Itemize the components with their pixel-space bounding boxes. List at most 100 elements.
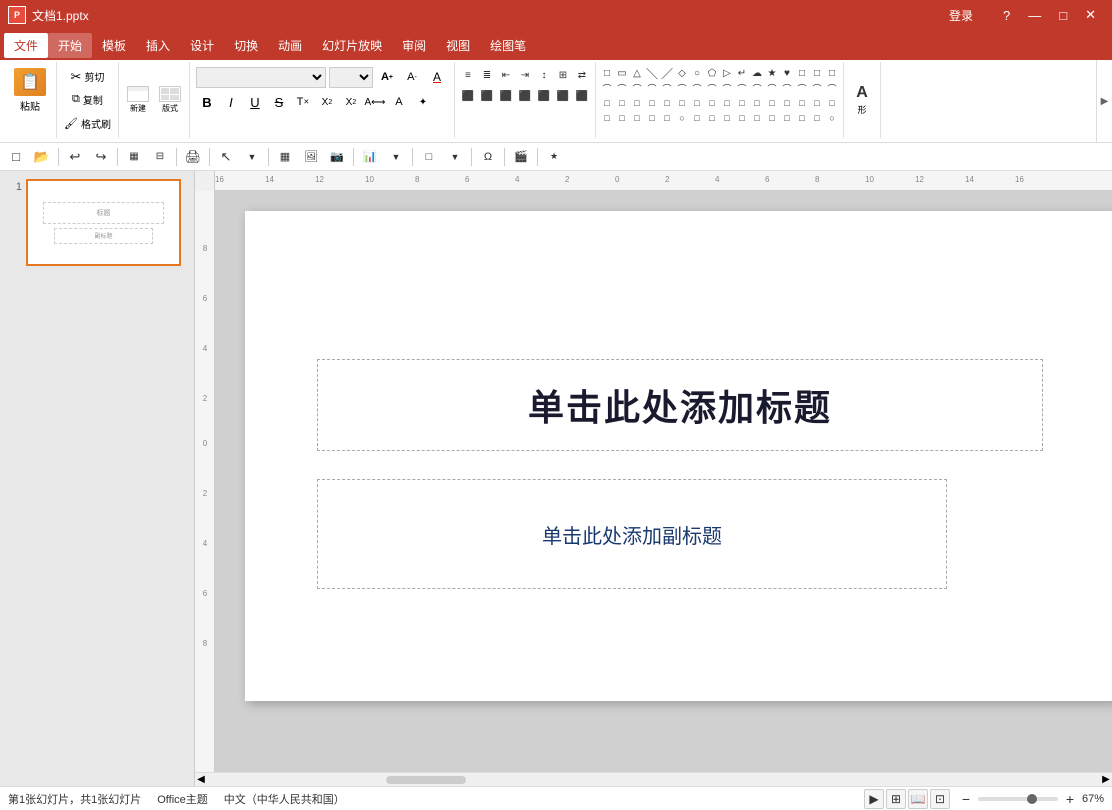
indent-increase-btn[interactable]: ⇥	[516, 66, 534, 84]
copy-button[interactable]: ⧉ 复制	[61, 91, 114, 109]
shape-rect2[interactable]: ▭	[615, 66, 629, 80]
shape-u1[interactable]: □	[600, 111, 614, 125]
font-size-select[interactable]	[329, 67, 373, 88]
slide-sorter-btn[interactable]: ⊞	[886, 789, 906, 809]
menu-item-design[interactable]: 设计	[180, 33, 224, 58]
shape-s1[interactable]: ⌒	[600, 81, 614, 95]
shape-u12[interactable]: □	[765, 111, 779, 125]
chart-btn[interactable]: 📊	[358, 145, 382, 169]
shape-t6[interactable]: □	[675, 96, 689, 110]
clear-format-button[interactable]: T✕	[292, 91, 314, 113]
zoom-in-btn[interactable]: +	[1062, 791, 1078, 807]
menu-item-insert[interactable]: 插入	[136, 33, 180, 58]
shape-u14[interactable]: □	[795, 111, 809, 125]
new-slide-btn[interactable]: 新建	[123, 84, 153, 116]
text-clear-btn[interactable]: ✦	[412, 91, 434, 113]
shape-t15[interactable]: □	[810, 96, 824, 110]
font-size-down-btn[interactable]: A-	[401, 66, 423, 88]
shape-t2[interactable]: □	[615, 96, 629, 110]
video-btn[interactable]: 🎬	[509, 145, 533, 169]
shape-u6[interactable]: ○	[675, 111, 689, 125]
shape-line1[interactable]: ＼	[645, 66, 659, 80]
shape-r1[interactable]: □	[795, 66, 809, 80]
font-name-select[interactable]	[196, 67, 326, 88]
strikethrough-button[interactable]: S	[268, 91, 290, 113]
table-btn[interactable]: ▦	[273, 145, 297, 169]
shape-s7[interactable]: ⌒	[690, 81, 704, 95]
shape-s14[interactable]: ⌒	[795, 81, 809, 95]
menu-item-file[interactable]: 文件	[4, 33, 48, 58]
shape-u2[interactable]: □	[615, 111, 629, 125]
bold-button[interactable]: B	[196, 91, 218, 113]
shape-u10[interactable]: □	[735, 111, 749, 125]
symbol-btn[interactable]: Ω	[476, 145, 500, 169]
shape-rect[interactable]: □	[600, 66, 614, 80]
shape-u7[interactable]: □	[690, 111, 704, 125]
shape-s16[interactable]: ⌒	[825, 81, 839, 95]
undo-btn[interactable]: ↩	[63, 145, 87, 169]
column-btn[interactable]: ⊞	[554, 66, 572, 84]
align-center-btn[interactable]: ⬛	[478, 87, 496, 105]
shape-u5[interactable]: □	[660, 111, 674, 125]
shape-t3[interactable]: □	[630, 96, 644, 110]
format-button[interactable]: 🖌 格式刷	[61, 114, 114, 132]
shape-tri[interactable]: △	[630, 66, 644, 80]
shape-s3[interactable]: ⌒	[630, 81, 644, 95]
help-button[interactable]: ?	[995, 6, 1018, 25]
align-middle-btn[interactable]: ⬛	[554, 87, 572, 105]
shape-diamond[interactable]: ◇	[675, 66, 689, 80]
subscript-button[interactable]: X2	[316, 91, 338, 113]
shape-u15[interactable]: □	[810, 111, 824, 125]
open-file-btn[interactable]: 📂	[30, 145, 54, 169]
shape-arrow2[interactable]: ↵	[735, 66, 749, 80]
shape-t13[interactable]: □	[780, 96, 794, 110]
shape-u13[interactable]: □	[780, 111, 794, 125]
font-color-btn[interactable]: A	[426, 66, 448, 88]
scroll-right-btn[interactable]: ▶	[1100, 774, 1112, 786]
shape-star[interactable]: ★	[765, 66, 779, 80]
shape-dropdown[interactable]: ▼	[443, 145, 467, 169]
shape-s4[interactable]: ⌒	[645, 81, 659, 95]
shape-s11[interactable]: ⌒	[750, 81, 764, 95]
align-bottom-btn[interactable]: ⬛	[573, 87, 591, 105]
cursor-btn[interactable]: ↖	[214, 145, 238, 169]
list-bullet-btn[interactable]: ≡	[459, 66, 477, 84]
shape-t10[interactable]: □	[735, 96, 749, 110]
scrollbar-thumb-h[interactable]	[386, 776, 466, 784]
shape-u4[interactable]: □	[645, 111, 659, 125]
shape-line2[interactable]: ／	[660, 66, 674, 80]
shape-heart[interactable]: ♥	[780, 66, 794, 80]
underline-button[interactable]: U	[244, 91, 266, 113]
align-top-btn[interactable]: ⬛	[535, 87, 553, 105]
shape-s8[interactable]: ⌒	[705, 81, 719, 95]
indent-decrease-btn[interactable]: ⇤	[497, 66, 515, 84]
subtitle-placeholder[interactable]: 单击此处添加副标题	[317, 479, 947, 589]
shape-t4[interactable]: □	[645, 96, 659, 110]
redo-btn[interactable]: ↪	[89, 145, 113, 169]
shape-pentagon[interactable]: ⬠	[705, 66, 719, 80]
normal-view-btn[interactable]: ▶	[864, 789, 884, 809]
shape-u16[interactable]: ○	[825, 111, 839, 125]
shape-arrow[interactable]: ▷	[720, 66, 734, 80]
zoom-out-btn[interactable]: −	[958, 791, 974, 807]
shape-s13[interactable]: ⌒	[780, 81, 794, 95]
superscript-button[interactable]: X2	[340, 91, 362, 113]
image-btn[interactable]: 🖼	[299, 145, 323, 169]
shape-s2[interactable]: ⌒	[615, 81, 629, 95]
shape-s9[interactable]: ⌒	[720, 81, 734, 95]
new-file-btn[interactable]: □	[4, 145, 28, 169]
slide-view-btn[interactable]: ▦	[122, 145, 146, 169]
chart-dropdown[interactable]: ▼	[384, 145, 408, 169]
shape-t16[interactable]: □	[825, 96, 839, 110]
shape-t8[interactable]: □	[705, 96, 719, 110]
slide-manager-btn[interactable]: ⊟	[148, 145, 172, 169]
canvas-scroll-area[interactable]: 8 6 4 2 0 2 4 6 8 单击此处添加标题	[195, 191, 1112, 772]
align-right-btn[interactable]: ⬛	[497, 87, 515, 105]
shape-circle[interactable]: ○	[690, 66, 704, 80]
font-size-up-btn[interactable]: A+	[376, 66, 398, 88]
login-button[interactable]: 登录	[949, 7, 973, 24]
shape-s6[interactable]: ⌒	[675, 81, 689, 95]
shape-s12[interactable]: ⌒	[765, 81, 779, 95]
text-direction-btn[interactable]: ⇄	[573, 66, 591, 84]
menu-item-template[interactable]: 模板	[92, 33, 136, 58]
